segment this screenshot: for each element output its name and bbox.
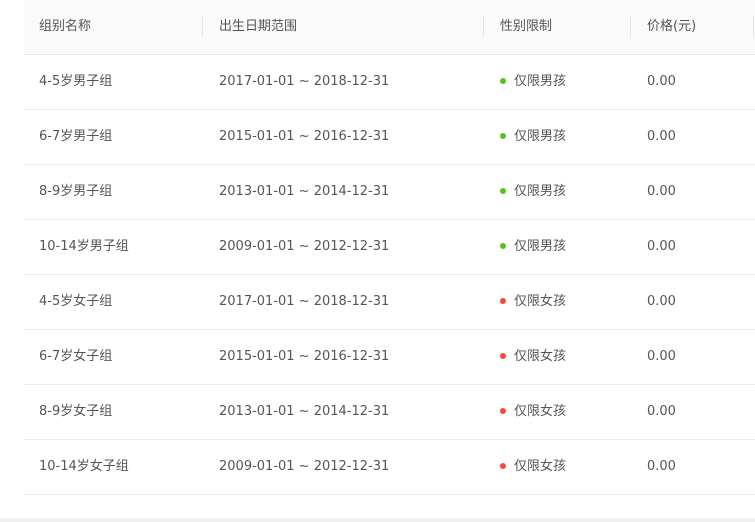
cell-price: 0.00 (647, 239, 676, 254)
cell-gender-limit: 仅限男孩 (500, 165, 566, 219)
gender-label: 仅限男孩 (514, 239, 567, 254)
cell-gender-limit: 仅限女孩 (500, 440, 566, 494)
header-separator (630, 16, 631, 38)
cell-group-name: 10-14岁女子组 (39, 459, 129, 474)
table-row[interactable]: 8-9岁女子组 2013-01-01 ~ 2014-12-31 仅限女孩 0.00 (24, 385, 755, 440)
header-separator (202, 16, 203, 38)
status-dot-icon (500, 187, 506, 194)
cell-birth-range: 2009-01-01 ~ 2012-12-31 (219, 459, 390, 474)
status-dot-icon (500, 407, 506, 414)
cell-group-name: 8-9岁男子组 (39, 184, 113, 199)
cell-birth-range: 2013-01-01 ~ 2014-12-31 (219, 404, 390, 419)
gender-label: 仅限女孩 (514, 294, 567, 309)
cell-gender-limit: 仅限女孩 (500, 275, 566, 329)
header-birth-range: 出生日期范围 (219, 19, 298, 34)
table-row[interactable]: 6-7岁男子组 2015-01-01 ~ 2016-12-31 仅限男孩 0.00 (24, 110, 755, 165)
horizontal-scrollbar[interactable] (0, 518, 755, 522)
cell-group-name: 6-7岁女子组 (39, 349, 113, 364)
gender-label: 仅限女孩 (514, 349, 567, 364)
table-header: 组别名称 出生日期范围 性别限制 价格(元) (24, 0, 755, 55)
cell-group-name: 6-7岁男子组 (39, 129, 113, 144)
cell-price: 0.00 (647, 404, 676, 419)
table-row[interactable]: 8-9岁男子组 2013-01-01 ~ 2014-12-31 仅限男孩 0.00 (24, 165, 755, 220)
status-dot-icon (500, 352, 506, 359)
cell-group-name: 4-5岁女子组 (39, 294, 113, 309)
group-table: 组别名称 出生日期范围 性别限制 价格(元) 4-5岁男子组 2017-01-01… (24, 0, 755, 495)
header-separator (753, 16, 754, 38)
gender-label: 仅限女孩 (514, 404, 567, 419)
header-group-name: 组别名称 (39, 19, 92, 34)
status-dot-icon (500, 297, 506, 304)
table-row[interactable]: 10-14岁女子组 2009-01-01 ~ 2012-12-31 仅限女孩 0.00 (24, 440, 755, 495)
header-gender-limit: 性别限制 (500, 19, 553, 34)
cell-price: 0.00 (647, 349, 676, 364)
table-row[interactable]: 4-5岁男子组 2017-01-01 ~ 2018-12-31 仅限男孩 0.00 (24, 55, 755, 110)
header-price: 价格(元) (647, 19, 697, 34)
table-row[interactable]: 6-7岁女子组 2015-01-01 ~ 2016-12-31 仅限女孩 0.00 (24, 330, 755, 385)
cell-birth-range: 2013-01-01 ~ 2014-12-31 (219, 184, 390, 199)
status-dot-icon (500, 242, 506, 249)
cell-price: 0.00 (647, 459, 676, 474)
header-separator (483, 16, 484, 38)
gender-label: 仅限男孩 (514, 74, 567, 89)
gender-label: 仅限女孩 (514, 459, 567, 474)
cell-group-name: 10-14岁男子组 (39, 239, 129, 254)
page: 组别名称 出生日期范围 性别限制 价格(元) 4-5岁男子组 2017-01-01… (0, 0, 755, 522)
cell-gender-limit: 仅限男孩 (500, 55, 566, 109)
cell-birth-range: 2017-01-01 ~ 2018-12-31 (219, 294, 390, 309)
cell-price: 0.00 (647, 294, 676, 309)
cell-price: 0.00 (647, 184, 676, 199)
status-dot-icon (500, 77, 506, 84)
gender-label: 仅限男孩 (514, 129, 567, 144)
gender-label: 仅限男孩 (514, 184, 567, 199)
cell-birth-range: 2015-01-01 ~ 2016-12-31 (219, 349, 390, 364)
cell-gender-limit: 仅限女孩 (500, 330, 566, 384)
cell-price: 0.00 (647, 129, 676, 144)
cell-gender-limit: 仅限男孩 (500, 110, 566, 164)
cell-group-name: 4-5岁男子组 (39, 74, 113, 89)
table-row[interactable]: 4-5岁女子组 2017-01-01 ~ 2018-12-31 仅限女孩 0.00 (24, 275, 755, 330)
cell-birth-range: 2015-01-01 ~ 2016-12-31 (219, 129, 390, 144)
table-body: 4-5岁男子组 2017-01-01 ~ 2018-12-31 仅限男孩 0.00 6-… (24, 55, 755, 495)
cell-gender-limit: 仅限女孩 (500, 385, 566, 439)
cell-gender-limit: 仅限男孩 (500, 220, 566, 274)
cell-group-name: 8-9岁女子组 (39, 404, 113, 419)
cell-price: 0.00 (647, 74, 676, 89)
table-row[interactable]: 10-14岁男子组 2009-01-01 ~ 2012-12-31 仅限男孩 0.00 (24, 220, 755, 275)
cell-birth-range: 2009-01-01 ~ 2012-12-31 (219, 239, 390, 254)
status-dot-icon (500, 462, 506, 469)
cell-birth-range: 2017-01-01 ~ 2018-12-31 (219, 74, 390, 89)
status-dot-icon (500, 132, 506, 139)
